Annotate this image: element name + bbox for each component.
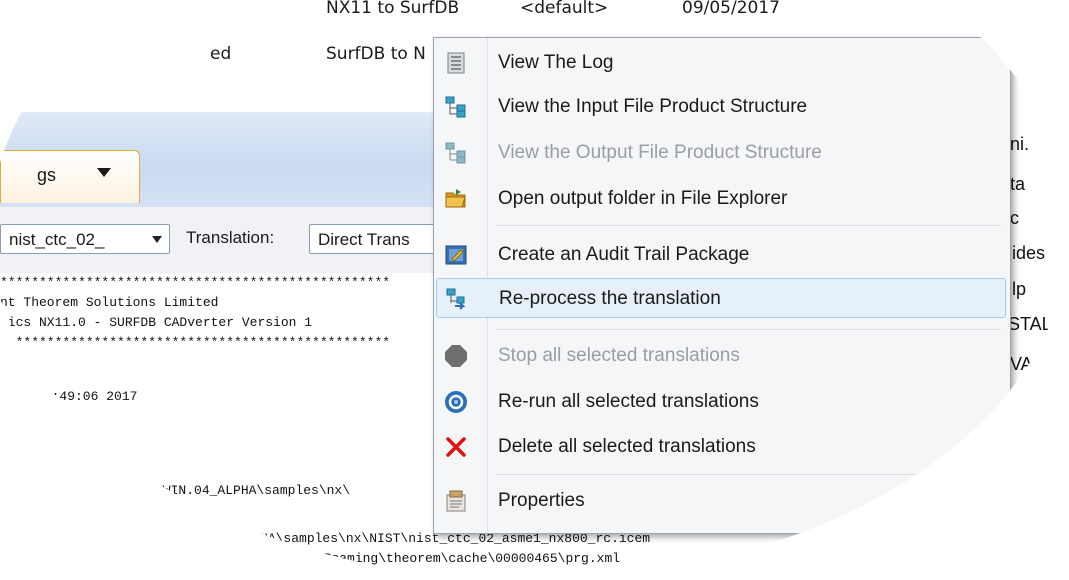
menu-item-view-log[interactable]: View The Log [436,43,1006,83]
dropdown-arrow-icon[interactable] [152,236,162,243]
properties-icon [446,490,466,512]
app-window: NX11 to SurfDB <default> 09/05/2017 ed S… [0,0,1069,575]
log-line: nics NX11.0 - SURFDB CADverter Version 1 [0,315,313,330]
log-icon [447,52,465,74]
log-line: ****************************************… [0,335,391,350]
menu-item-reprocess-translation[interactable]: Re-process the translation [436,278,1006,318]
menu-item-create-audit-trail[interactable]: Create an Audit Trail Package [436,235,1006,275]
row-1-direction: NX11 to SurfDB [326,0,460,18]
menu-item-view-input-structure[interactable]: View the Input File Product Structure [436,87,1006,127]
right-item[interactable]: iides [1008,243,1045,264]
right-item[interactable]: r [1024,461,1030,482]
menu-item-label: View the Input File Product Structure [498,96,808,117]
menu-item-label: View The Log [498,52,614,73]
rerun-icon [445,391,467,413]
menu-item-properties[interactable]: Properties [436,481,1006,521]
row-2-status: ed [210,44,232,64]
menu-item-label: Re-run all selected translations [498,391,759,412]
row-1-config: <default> [520,0,609,18]
right-item[interactable]: mples [1008,429,1056,450]
right-item[interactable]: ni. [1010,134,1029,155]
log-line: hee\AppData\Roaming\theorem\cache\000004… [230,551,621,566]
package-icon [445,245,467,265]
right-item[interactable]: c [1010,208,1019,229]
log-line: t : [84,461,108,476]
menu-separator [496,225,1001,226]
menu-item-label: Open output folder in File Explorer [498,188,788,209]
menu-item-delete-translations[interactable]: Delete all selected translations [436,427,1006,467]
right-item[interactable]: lp [1012,279,1026,300]
right-item[interactable]: ta [1010,174,1025,195]
menu-item-label: Create an Audit Trail Package [498,244,750,265]
file-select[interactable]: nist_ctc_02_ [0,224,170,254]
menu-item-label: Properties [498,490,585,511]
right-item[interactable]: STALL [1008,314,1062,335]
menu-item-label: Re-process the translation [499,288,721,309]
log-line: 14:49:06 2017 [36,389,138,404]
tree-icon [445,142,466,164]
context-menu: View The Log View the Input File Product… [433,37,1011,534]
right-item[interactable]: VA [1010,354,1033,375]
menu-separator [496,329,1001,330]
menu-item-label: Delete all selected translations [498,436,756,457]
translation-label: Translation: [186,228,275,247]
tab-settings[interactable]: gs [0,150,140,203]
menu-item-label: View the Output File Product Structure [498,142,822,163]
right-item[interactable]: s [1012,391,1021,412]
file-select-value: nist_ctc_02_ [9,230,105,249]
translation-select-value: Direct Trans [318,230,410,249]
menu-item-view-output-structure: View the Output File Product Structure [436,133,1006,173]
chevron-down-icon[interactable] [97,168,111,177]
row-2-direction: SurfDB to N [326,44,426,64]
menu-item-stop-translations: Stop all selected translations [436,336,1006,376]
stop-icon [445,345,467,367]
log-line: nt Theorem Solutions Limited [0,295,219,310]
tree-icon [445,96,466,118]
menu-separator [496,474,1001,475]
menu-item-label: Stop all selected translations [498,345,740,366]
tab-label: gs [37,165,57,185]
delete-icon [446,437,466,457]
reprocess-icon [446,288,466,310]
magnified-view: NX11 to SurfDB <default> 09/05/2017 ed S… [0,0,1069,580]
row-1-date: 09/05/2017 [682,0,780,18]
menu-item-rerun-translations[interactable]: Re-run all selected translations [436,382,1006,422]
log-line: NXSDB_WIN.04_ALPHA\samples\nx\ [116,483,351,498]
folder-icon [445,189,466,208]
translation-select[interactable]: Direct Trans [309,224,439,254]
menu-item-open-output-folder[interactable]: Open output folder in File Explorer [436,179,1006,219]
log-line: ****************************************… [0,275,391,290]
